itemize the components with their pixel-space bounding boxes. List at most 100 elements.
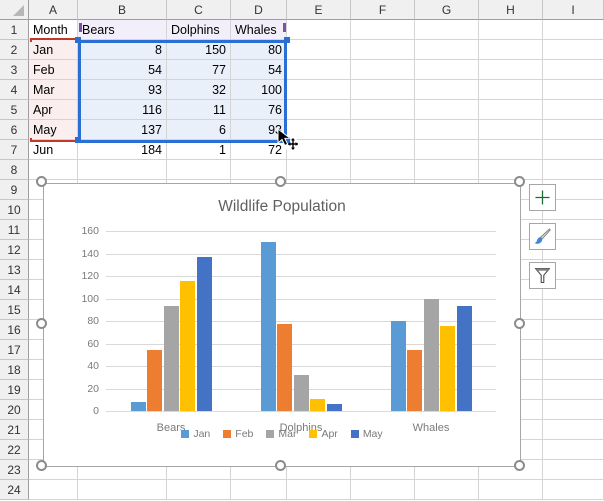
- cell-G7[interactable]: [415, 140, 479, 160]
- cell-A7[interactable]: Jun: [29, 140, 78, 160]
- cell-C6[interactable]: 6: [167, 120, 231, 140]
- bar-whales-apr[interactable]: [440, 326, 455, 412]
- cell-C5[interactable]: 11: [167, 100, 231, 120]
- cell-E7[interactable]: [287, 140, 351, 160]
- row-header-21[interactable]: 21: [0, 420, 29, 440]
- cell-H8[interactable]: [479, 160, 543, 180]
- cell-I7[interactable]: [543, 140, 604, 160]
- cell-D7[interactable]: 72: [231, 140, 287, 160]
- cell-I21[interactable]: [543, 420, 604, 440]
- cell-F4[interactable]: [351, 80, 415, 100]
- cell-I5[interactable]: [543, 100, 604, 120]
- cell-D2[interactable]: 80: [231, 40, 287, 60]
- cell-B4[interactable]: 93: [78, 80, 167, 100]
- row-header-2[interactable]: 2: [0, 40, 29, 60]
- cell-A2[interactable]: Jan: [29, 40, 78, 60]
- cell-I24[interactable]: [543, 480, 604, 500]
- cell-A24[interactable]: [29, 480, 78, 500]
- chart-resize-handle-2[interactable]: [275, 176, 286, 187]
- chart-plot-area[interactable]: 020406080100120140160BearsDolphinsWhales: [106, 231, 496, 411]
- cell-D5[interactable]: 76: [231, 100, 287, 120]
- chart-elements-button[interactable]: [529, 184, 556, 211]
- legend-item-apr[interactable]: Apr: [309, 428, 337, 440]
- chart-resize-handle-7[interactable]: [275, 460, 286, 471]
- row-header-14[interactable]: 14: [0, 280, 29, 300]
- cell-E3[interactable]: [287, 60, 351, 80]
- cell-F8[interactable]: [351, 160, 415, 180]
- cell-E1[interactable]: [287, 20, 351, 40]
- chart-resize-handle-3[interactable]: [514, 176, 525, 187]
- cell-E8[interactable]: [287, 160, 351, 180]
- column-header-f[interactable]: F: [351, 0, 415, 20]
- bar-bears-may[interactable]: [197, 257, 212, 411]
- bar-dolphins-may[interactable]: [327, 404, 342, 411]
- cell-C8[interactable]: [167, 160, 231, 180]
- cell-G2[interactable]: [415, 40, 479, 60]
- row-header-18[interactable]: 18: [0, 360, 29, 380]
- cell-I20[interactable]: [543, 400, 604, 420]
- cell-I2[interactable]: [543, 40, 604, 60]
- cell-I15[interactable]: [543, 300, 604, 320]
- bar-dolphins-mar[interactable]: [294, 375, 309, 411]
- cell-B3[interactable]: 54: [78, 60, 167, 80]
- cell-I3[interactable]: [543, 60, 604, 80]
- chart-resize-handle-1[interactable]: [36, 176, 47, 187]
- column-header-h[interactable]: H: [479, 0, 543, 20]
- column-header-e[interactable]: E: [287, 0, 351, 20]
- selection-handle-4[interactable]: [284, 137, 290, 143]
- cell-E4[interactable]: [287, 80, 351, 100]
- bar-dolphins-apr[interactable]: [310, 399, 325, 411]
- cell-H6[interactable]: [479, 120, 543, 140]
- cell-I22[interactable]: [543, 440, 604, 460]
- cell-D24[interactable]: [231, 480, 287, 500]
- bar-bears-feb[interactable]: [147, 350, 162, 411]
- row-header-8[interactable]: 8: [0, 160, 29, 180]
- row-header-15[interactable]: 15: [0, 300, 29, 320]
- cell-B6[interactable]: 137: [78, 120, 167, 140]
- cell-F1[interactable]: [351, 20, 415, 40]
- row-header-19[interactable]: 19: [0, 380, 29, 400]
- legend-item-mar[interactable]: Mar: [266, 428, 296, 440]
- cell-G8[interactable]: [415, 160, 479, 180]
- bar-whales-may[interactable]: [457, 306, 472, 411]
- cell-C7[interactable]: 1: [167, 140, 231, 160]
- column-header-b[interactable]: B: [78, 0, 167, 20]
- cell-G5[interactable]: [415, 100, 479, 120]
- row-header-5[interactable]: 5: [0, 100, 29, 120]
- chart-resize-handle-8[interactable]: [514, 460, 525, 471]
- bar-dolphins-feb[interactable]: [277, 324, 292, 411]
- chart-resize-handle-4[interactable]: [36, 318, 47, 329]
- chart-styles-button[interactable]: [529, 223, 556, 250]
- cell-B1[interactable]: Bears: [78, 20, 167, 40]
- bar-bears-jan[interactable]: [131, 402, 146, 411]
- legend-item-may[interactable]: May: [351, 428, 383, 440]
- column-header-a[interactable]: A: [29, 0, 78, 20]
- cell-H5[interactable]: [479, 100, 543, 120]
- cell-I1[interactable]: [543, 20, 604, 40]
- row-header-9[interactable]: 9: [0, 180, 29, 200]
- cell-C4[interactable]: 32: [167, 80, 231, 100]
- cell-A3[interactable]: Feb: [29, 60, 78, 80]
- bar-whales-mar[interactable]: [424, 299, 439, 412]
- cell-I19[interactable]: [543, 380, 604, 400]
- cell-F24[interactable]: [351, 480, 415, 500]
- cell-D1[interactable]: Whales: [231, 20, 287, 40]
- cell-F2[interactable]: [351, 40, 415, 60]
- cell-C1[interactable]: Dolphins: [167, 20, 231, 40]
- legend-item-feb[interactable]: Feb: [223, 428, 253, 440]
- cell-H4[interactable]: [479, 80, 543, 100]
- cell-D6[interactable]: 93: [231, 120, 287, 140]
- cell-F6[interactable]: [351, 120, 415, 140]
- cell-H7[interactable]: [479, 140, 543, 160]
- cell-F7[interactable]: [351, 140, 415, 160]
- chart-resize-handle-5[interactable]: [514, 318, 525, 329]
- cell-E5[interactable]: [287, 100, 351, 120]
- cell-E6[interactable]: [287, 120, 351, 140]
- selection-handle-2[interactable]: [284, 37, 290, 43]
- column-header-i[interactable]: I: [543, 0, 604, 20]
- cell-F3[interactable]: [351, 60, 415, 80]
- cell-A6[interactable]: May: [29, 120, 78, 140]
- cell-D4[interactable]: 100: [231, 80, 287, 100]
- cell-A1[interactable]: Month: [29, 20, 78, 40]
- cell-G24[interactable]: [415, 480, 479, 500]
